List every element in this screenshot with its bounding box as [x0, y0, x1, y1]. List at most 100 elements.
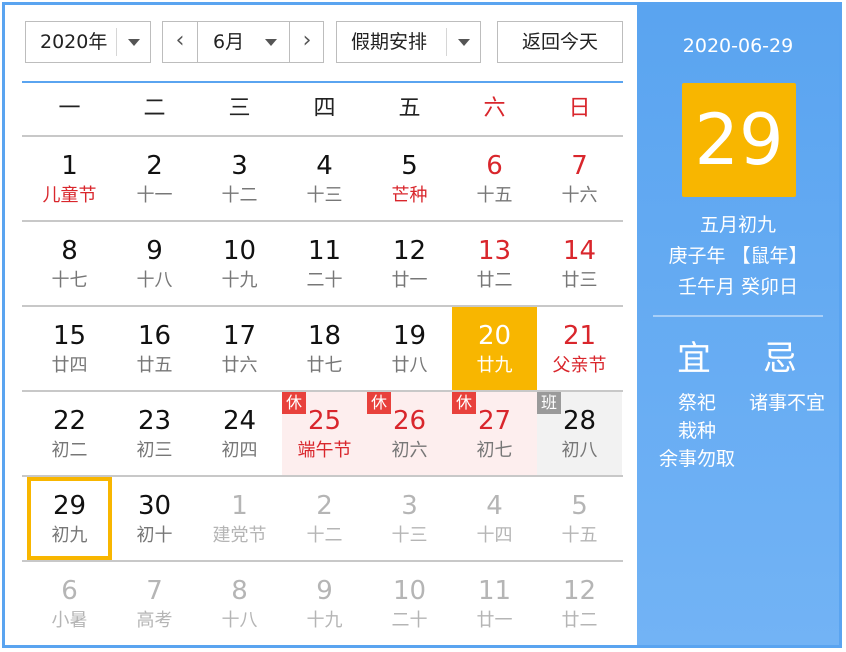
- day-number: 13: [477, 236, 512, 266]
- panel-divider: [653, 315, 823, 317]
- day-cell[interactable]: 4 十四: [452, 477, 537, 560]
- day-number: 6: [61, 576, 78, 606]
- day-cell[interactable]: 7 十六: [537, 137, 622, 220]
- day-cell[interactable]: 10 二十: [367, 562, 452, 645]
- month-select-value[interactable]: 6月: [213, 22, 244, 62]
- lunar-label: 十九: [306, 610, 343, 631]
- day-cell[interactable]: 8 十七: [27, 222, 112, 305]
- day-cell[interactable]: 11 二十: [282, 222, 367, 305]
- day-cell[interactable]: 13 廿二: [452, 222, 537, 305]
- lunar-label: 十二: [221, 185, 258, 206]
- year-dropdown-button[interactable]: [116, 22, 150, 62]
- weekday-thu: 四: [313, 96, 336, 121]
- lunar-label: 十六: [561, 185, 598, 206]
- big-day-number: 29: [682, 83, 796, 197]
- day-cell[interactable]: 9 十八: [112, 222, 197, 305]
- day-cell[interactable]: 16 廿五: [112, 307, 197, 390]
- day-cell[interactable]: 5 十五: [537, 477, 622, 560]
- day-cell-selected[interactable]: 20 廿九: [452, 307, 537, 390]
- day-cell[interactable]: 6 十五: [452, 137, 537, 220]
- day-cell[interactable]: 24 初四: [197, 392, 282, 475]
- year-select[interactable]: 2020年: [25, 21, 151, 63]
- day-cell[interactable]: 班 28 初八: [537, 392, 622, 475]
- day-cell[interactable]: 19 廿八: [367, 307, 452, 390]
- ganzhi-year: 庚子年 【鼠年】: [668, 245, 808, 267]
- lunar-label: 十二: [306, 525, 343, 546]
- lunar-label: 十五: [561, 525, 598, 546]
- prev-month-button[interactable]: ‹: [163, 22, 197, 62]
- day-number: 12: [392, 236, 427, 266]
- day-number: 3: [401, 491, 418, 521]
- lunar-label: 建党节: [212, 525, 267, 546]
- lunar-label: 廿三: [561, 270, 598, 291]
- weekday-fri: 五: [398, 96, 421, 121]
- day-cell[interactable]: 18 廿七: [282, 307, 367, 390]
- lunar-label: 廿八: [391, 355, 428, 376]
- day-cell[interactable]: 2 十一: [112, 137, 197, 220]
- lunar-date: 五月初九: [699, 214, 776, 236]
- day-cell[interactable]: 12 廿二: [537, 562, 622, 645]
- lunar-label: 儿童节: [42, 185, 97, 206]
- month-dropdown-button[interactable]: [259, 22, 289, 62]
- day-number: 12: [562, 576, 597, 606]
- day-cell[interactable]: 11 廿一: [452, 562, 537, 645]
- day-cell[interactable]: 30 初十: [112, 477, 197, 560]
- lunar-label: 十三: [391, 525, 428, 546]
- next-month-button[interactable]: ›: [290, 22, 324, 62]
- day-cell[interactable]: 4 十三: [282, 137, 367, 220]
- back-to-today-button[interactable]: 返回今天: [497, 21, 623, 63]
- calendar-main: 2020年 ‹ 6月 › 假期安排 返回今天 一 二 三 四 五 六 日 1 儿…: [22, 5, 623, 645]
- holiday-select[interactable]: 假期安排: [336, 21, 481, 63]
- holiday-select-value: 假期安排: [351, 31, 428, 53]
- day-number: 24: [222, 406, 257, 436]
- day-cell[interactable]: 1 建党节: [197, 477, 282, 560]
- day-cell[interactable]: 21 父亲节: [537, 307, 622, 390]
- day-cell[interactable]: 10 十九: [197, 222, 282, 305]
- day-cell[interactable]: 23 初三: [112, 392, 197, 475]
- day-cell[interactable]: 12 廿一: [367, 222, 452, 305]
- day-number: 30: [137, 491, 172, 521]
- lunar-label: 廿一: [391, 270, 428, 291]
- chevron-down-icon: [265, 39, 277, 46]
- chevron-down-icon: [128, 39, 140, 46]
- weekday-sun: 日: [568, 96, 591, 121]
- day-number: 23: [137, 406, 172, 436]
- yi-item: 余事勿取: [658, 448, 735, 470]
- day-number: 15: [52, 321, 87, 351]
- day-number: 2: [316, 491, 333, 521]
- day-cell[interactable]: 3 十三: [367, 477, 452, 560]
- day-cell[interactable]: 5 芒种: [367, 137, 452, 220]
- day-cell[interactable]: 1 儿童节: [27, 137, 112, 220]
- day-cell[interactable]: 6 小暑: [27, 562, 112, 645]
- day-number: 2: [146, 151, 163, 181]
- day-cell[interactable]: 22 初二: [27, 392, 112, 475]
- day-cell-today[interactable]: 29 初九: [27, 477, 112, 560]
- day-number: 7: [146, 576, 163, 606]
- day-cell[interactable]: 休 26 初六: [367, 392, 452, 475]
- lunar-label: 廿九: [476, 355, 513, 376]
- lunar-label: 十七: [51, 270, 88, 291]
- day-cell[interactable]: 7 高考: [112, 562, 197, 645]
- day-cell[interactable]: 14 廿三: [537, 222, 622, 305]
- day-cell[interactable]: 2 十二: [282, 477, 367, 560]
- day-cell[interactable]: 15 廿四: [27, 307, 112, 390]
- lunar-label: 十五: [476, 185, 513, 206]
- day-number: 27: [477, 406, 512, 436]
- lunar-label: 初九: [51, 525, 88, 546]
- day-number: 17: [222, 321, 257, 351]
- day-number: 14: [562, 236, 597, 266]
- day-number: 11: [307, 236, 342, 266]
- day-cell[interactable]: 休 25 端午节: [282, 392, 367, 475]
- day-cell[interactable]: 3 十二: [197, 137, 282, 220]
- day-cell[interactable]: 8 十八: [197, 562, 282, 645]
- day-cell[interactable]: 休 27 初七: [452, 392, 537, 475]
- yi-item: 栽种: [677, 420, 716, 442]
- day-cell[interactable]: 9 十九: [282, 562, 367, 645]
- day-number: 11: [477, 576, 512, 606]
- holiday-dropdown-button[interactable]: [446, 22, 480, 62]
- day-number: 10: [392, 576, 427, 606]
- lunar-label: 初六: [391, 440, 428, 461]
- lunar-label: 十四: [476, 525, 513, 546]
- day-cell[interactable]: 17 廿六: [197, 307, 282, 390]
- calendar-widget: 2020年 ‹ 6月 › 假期安排 返回今天 一 二 三 四 五 六 日 1 儿…: [2, 2, 842, 648]
